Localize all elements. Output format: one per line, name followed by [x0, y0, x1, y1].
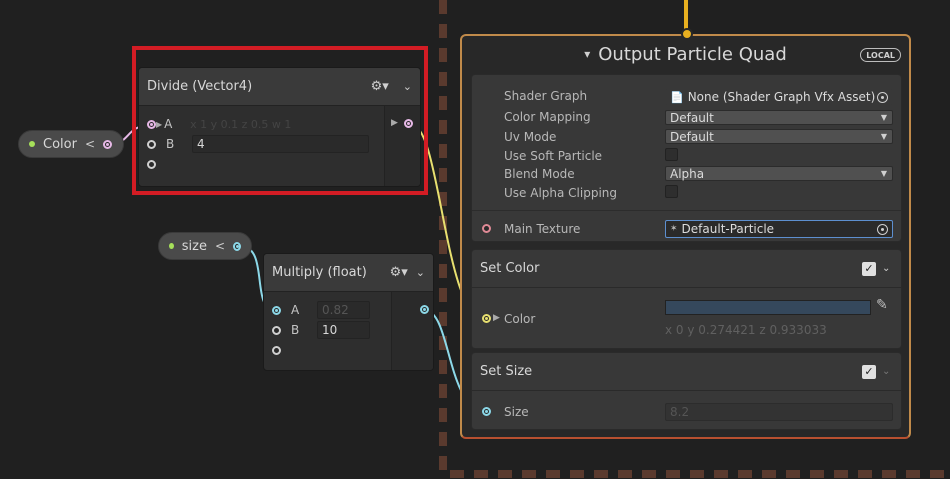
block-title: Set Size	[480, 364, 533, 379]
output-column	[391, 292, 433, 370]
local-badge[interactable]: LOCAL	[860, 48, 901, 62]
size-field: 8.2	[665, 403, 893, 421]
color-xyz-readout: x 0 y 0.274421 z 0.933033	[665, 323, 827, 337]
color-label: Color	[504, 312, 536, 326]
dropdown-value: Alpha	[670, 166, 705, 181]
dropdown-arrow-icon: ▼	[880, 169, 887, 178]
block-header[interactable]: Set Color	[472, 250, 901, 288]
input-a-label: A	[291, 303, 300, 317]
object-picker-icon[interactable]	[877, 223, 888, 235]
color-input-port[interactable]	[482, 314, 491, 323]
output-icon: ▾	[584, 47, 591, 61]
node-title: Multiply (float)	[272, 265, 367, 280]
multiply-node[interactable]: Multiply (float) ⚙▾ ⌄ A 0.82 B 10	[263, 253, 434, 371]
shader-graph-label: Shader Graph	[504, 89, 588, 103]
alpha-clipping-checkbox[interactable]	[665, 185, 678, 198]
size-label: Size	[504, 405, 529, 419]
property-label: size	[181, 238, 207, 254]
enable-checkbox[interactable]: ✓	[862, 365, 876, 379]
input-a-row: A 0.82	[264, 300, 392, 320]
input-b-label: B	[291, 323, 300, 337]
exposed-dot-icon	[29, 141, 35, 147]
dropdown-arrow-icon: ▼	[880, 132, 887, 141]
output-port[interactable]	[420, 305, 429, 314]
expand-arrow-icon[interactable]: ▶	[493, 313, 500, 323]
context-title: Output Particle Quad	[598, 43, 787, 65]
blend-mode-dropdown[interactable]: Alpha ▼	[665, 166, 893, 181]
output-port[interactable]	[103, 139, 113, 149]
soft-particle-label: Use Soft Particle	[504, 149, 603, 163]
input-a-field: 0.82	[317, 301, 370, 319]
color-swatch	[665, 300, 871, 315]
input-port-a[interactable]	[272, 305, 281, 315]
input-c-row	[264, 340, 392, 360]
input-port-b[interactable]	[272, 325, 281, 335]
dropdown-value: Default	[670, 110, 714, 125]
output-particle-quad-context[interactable]: ▾ Output Particle Quad LOCAL Shader Grap…	[460, 28, 911, 439]
set-color-block[interactable]: Set Color ✓ ⌄ ▶ Color ✎ x 0 y 0.274421 z…	[471, 249, 902, 349]
block-header[interactable]: Set Size	[472, 353, 901, 391]
dropdown-value: Default	[670, 129, 714, 144]
color-mapping-label: Color Mapping	[504, 110, 591, 124]
main-texture-label: Main Texture	[504, 222, 581, 236]
texture-icon: ✶	[670, 224, 678, 234]
node-header[interactable]: Multiply (float) ⚙▾ ⌄	[264, 254, 433, 292]
alpha-clipping-label: Use Alpha Clipping	[504, 186, 618, 200]
chevron-left-icon[interactable]: <	[85, 137, 95, 151]
exposed-dot-icon	[169, 243, 174, 249]
shader-graph-value: None (Shader Graph Vfx Asset)	[687, 90, 876, 104]
context-settings-panel: Shader Graph 📄 None (Shader Graph Vfx As…	[471, 74, 902, 242]
file-icon: 📄	[670, 90, 684, 104]
object-picker-icon[interactable]	[877, 91, 888, 103]
graph-canvas[interactable]: Color < size < Divide (Vector4) ⚙▾ ⌄ ▶ A…	[0, 0, 950, 479]
shader-graph-field[interactable]: 📄 None (Shader Graph Vfx Asset)	[665, 88, 893, 106]
block-title: Set Color	[480, 261, 540, 276]
input-b-row: B 10	[264, 320, 392, 340]
chevron-down-icon[interactable]: ⌄	[882, 366, 890, 377]
context-title-bar[interactable]: ▾ Output Particle Quad	[462, 36, 909, 72]
chevron-down-icon[interactable]: ⌄	[882, 263, 890, 274]
color-property-node[interactable]: Color <	[18, 130, 124, 158]
chevron-left-icon[interactable]: <	[215, 239, 225, 253]
gear-icon[interactable]: ⚙▾	[390, 265, 408, 280]
set-size-block[interactable]: Set Size ✓ ⌄ Size 8.2	[471, 352, 902, 430]
divider	[472, 210, 901, 211]
blend-mode-label: Blend Mode	[504, 167, 575, 181]
input-b-field[interactable]: 10	[317, 321, 370, 339]
property-label: Color	[43, 136, 77, 152]
output-port[interactable]	[233, 241, 241, 251]
enable-checkbox[interactable]: ✓	[862, 262, 876, 276]
add-input-port[interactable]	[272, 345, 281, 355]
size-input-port[interactable]	[482, 407, 491, 416]
uv-mode-label: Uv Mode	[504, 130, 557, 144]
color-mapping-dropdown[interactable]: Default ▼	[665, 110, 893, 125]
uv-mode-dropdown[interactable]: Default ▼	[665, 129, 893, 144]
dropdown-arrow-icon: ▼	[880, 113, 887, 122]
soft-particle-checkbox[interactable]	[665, 148, 678, 161]
main-texture-port[interactable]	[482, 224, 491, 233]
selection-highlight	[132, 46, 428, 195]
main-texture-value: Default-Particle	[681, 222, 775, 236]
size-property-node[interactable]: size <	[158, 232, 252, 260]
chevron-down-icon[interactable]: ⌄	[416, 266, 425, 279]
eyedropper-icon[interactable]: ✎	[876, 297, 888, 313]
main-texture-field[interactable]: ✶ Default-Particle	[665, 220, 893, 238]
